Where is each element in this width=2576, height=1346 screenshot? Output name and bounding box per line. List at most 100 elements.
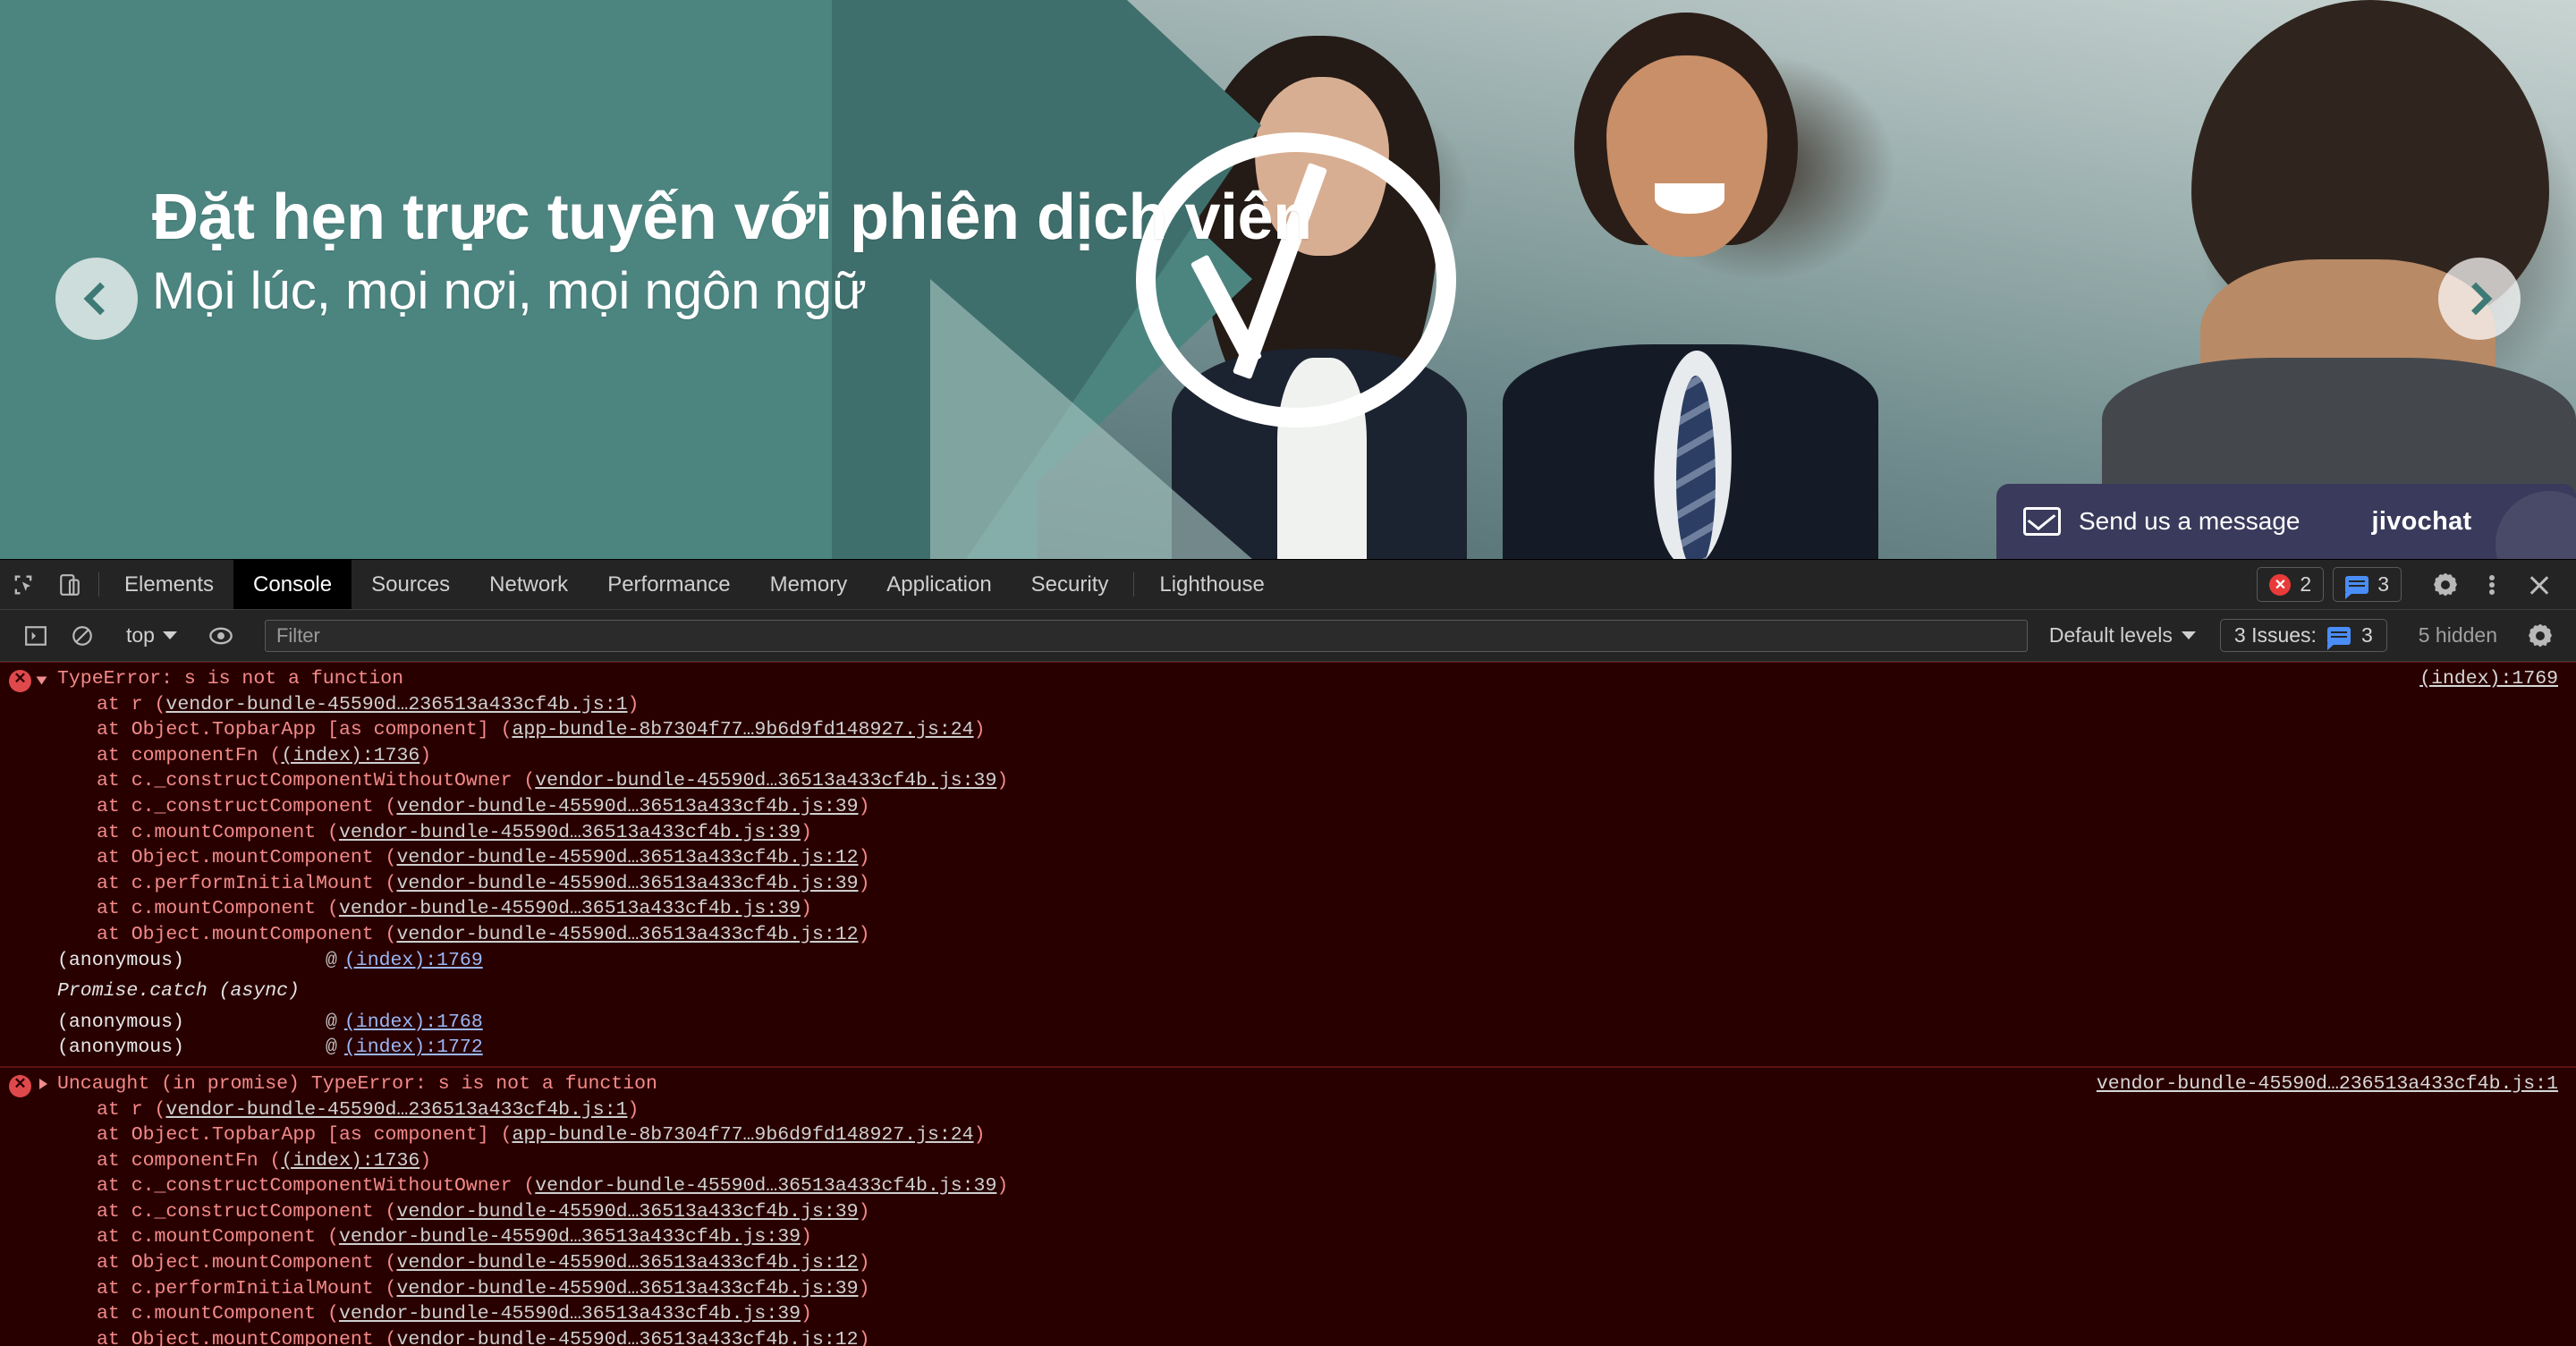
issues-count: 3	[2360, 623, 2373, 647]
tab-lighthouse[interactable]: Lighthouse	[1140, 560, 1284, 609]
stack-frame: at r (vendor-bundle-45590d…236513a433cf4…	[97, 1098, 640, 1121]
stack-frame-link[interactable]: vendor-bundle-45590d…36513a433cf4b.js:39	[396, 1201, 858, 1223]
frame-name: (anonymous)	[57, 1037, 184, 1059]
console-sidebar-toggle[interactable]	[13, 624, 59, 648]
filter-input[interactable]	[264, 619, 2028, 652]
console-error-source-link[interactable]: (index):1769	[2419, 666, 2558, 692]
error-icon: ✕	[9, 670, 31, 692]
stack-frame-link[interactable]: vendor-bundle-45590d…36513a433cf4b.js:39	[339, 1303, 801, 1325]
console-output[interactable]: ✕ TypeError: s is not a function (index)…	[0, 662, 2576, 1346]
stack-frame-link[interactable]: vendor-bundle-45590d…36513a433cf4b.js:39	[339, 1226, 801, 1248]
stack-frame: at componentFn ((index):1736)	[97, 1149, 432, 1172]
async-stack-frame: (anonymous) @ (index):1769	[0, 948, 2576, 974]
async-stack-frame: (anonymous) @ (index):1768	[0, 1010, 2576, 1036]
close-devtools-button[interactable]	[2515, 572, 2562, 597]
stack-frame-link[interactable]: vendor-bundle-45590d…36513a433cf4b.js:39	[535, 770, 996, 792]
console-error-header[interactable]: ✕ Uncaught (in promise) TypeError: s is …	[0, 1071, 2576, 1097]
error-icon: ✕	[9, 1074, 31, 1097]
console-error-entry[interactable]: ✕ TypeError: s is not a function (index)…	[0, 662, 2576, 1067]
frame-link[interactable]: (index):1772	[344, 1035, 483, 1061]
stack-frame-link[interactable]: vendor-bundle-45590d…236513a433cf4b.js:1	[165, 1099, 627, 1121]
stack-frame-link[interactable]: vendor-bundle-45590d…36513a433cf4b.js:39	[535, 1175, 996, 1197]
tab-performance[interactable]: Performance	[588, 560, 750, 609]
context-value: top	[126, 623, 155, 647]
stack-frame: at c._constructComponentWithoutOwner (ve…	[97, 1175, 1009, 1198]
clear-console-button[interactable]	[59, 624, 106, 648]
message-icon	[2345, 575, 2369, 599]
stack-frame: at c.performInitialMount (vendor-bundle-…	[97, 1277, 870, 1299]
jivochat-decoration	[2496, 491, 2576, 559]
stack-frame-link[interactable]: (index):1736	[281, 1150, 419, 1172]
stack-frame-link[interactable]: vendor-bundle-45590d…36513a433cf4b.js:12	[396, 924, 858, 945]
stack-frame-link[interactable]: vendor-bundle-45590d…236513a433cf4b.js:1	[165, 694, 627, 715]
tab-elements[interactable]: Elements	[105, 560, 233, 609]
envelope-icon	[2023, 507, 2061, 536]
expand-triangle-icon[interactable]	[39, 1078, 47, 1089]
stack-frame: at c._constructComponent (vendor-bundle-…	[97, 1200, 870, 1223]
error-count-badge[interactable]: ✕ 2	[2257, 567, 2325, 602]
frame-at: @	[326, 1037, 337, 1059]
log-levels-select[interactable]: Default levels	[2037, 623, 2208, 648]
more-options-button[interactable]	[2469, 573, 2515, 597]
tab-console[interactable]: Console	[233, 560, 352, 609]
tab-security[interactable]: Security	[1012, 560, 1129, 609]
console-error-title: Uncaught (in promise) TypeError: s is no…	[57, 1072, 657, 1095]
stack-frame-link[interactable]: vendor-bundle-45590d…36513a433cf4b.js:39	[396, 873, 858, 894]
tab-network[interactable]: Network	[470, 560, 588, 609]
stack-frame-link[interactable]: (index):1736	[281, 745, 419, 766]
expand-triangle-icon[interactable]	[36, 676, 47, 685]
frame-link[interactable]: (index):1768	[344, 1010, 483, 1036]
stack-frame-link[interactable]: vendor-bundle-45590d…36513a433cf4b.js:39	[396, 796, 858, 817]
stack-frame: at c.mountComponent (vendor-bundle-45590…	[97, 1226, 812, 1249]
gear-icon	[2434, 573, 2457, 597]
message-count-badge[interactable]: 3	[2333, 567, 2402, 602]
error-count: 2	[2300, 572, 2312, 596]
stack-frame: at Object.mountComponent (vendor-bundle-…	[97, 1252, 870, 1274]
stack-frame-link[interactable]: vendor-bundle-45590d…36513a433cf4b.js:12	[396, 1252, 858, 1274]
tab-application[interactable]: Application	[867, 560, 1011, 609]
carousel-next-button[interactable]	[2438, 258, 2521, 340]
tab-sources[interactable]: Sources	[352, 560, 470, 609]
carousel-prev-button[interactable]	[55, 258, 138, 340]
inspect-element-icon[interactable]	[0, 560, 47, 609]
frame-name: (anonymous)	[57, 1011, 184, 1033]
console-error-header[interactable]: ✕ TypeError: s is not a function (index)…	[0, 666, 2576, 692]
stack-frame-link[interactable]: vendor-bundle-45590d…36513a433cf4b.js:12	[396, 1329, 858, 1346]
settings-gear-button[interactable]	[2422, 573, 2469, 597]
stack-frame: at Object.mountComponent (vendor-bundle-…	[97, 923, 870, 945]
tabbar-divider-2	[1133, 572, 1135, 597]
hidden-messages-label[interactable]: 5 hidden	[2399, 623, 2517, 648]
console-error-entry[interactable]: ✕ Uncaught (in promise) TypeError: s is …	[0, 1066, 2576, 1346]
console-settings-button[interactable]	[2517, 624, 2563, 648]
stack-frame: at c.mountComponent (vendor-bundle-45590…	[97, 1303, 812, 1325]
stack-frame: at Object.TopbarApp [as component] (app-…	[97, 719, 986, 741]
log-levels-label: Default levels	[2048, 623, 2173, 647]
stack-frame: at componentFn ((index):1736)	[97, 744, 432, 766]
stack-frame: at r (vendor-bundle-45590d…236513a433cf4…	[97, 693, 640, 715]
stack-frame-link[interactable]: app-bundle-8b7304f77…9b6d9fd148927.js:24	[512, 719, 973, 741]
device-toolbar-icon[interactable]	[47, 560, 93, 609]
stack-frame: at c.performInitialMount (vendor-bundle-…	[97, 872, 870, 894]
chevron-down-icon	[162, 631, 177, 639]
jivochat-widget[interactable]: Send us a message jivochat	[1996, 484, 2576, 559]
issues-button[interactable]: 3 Issues: 3	[2219, 619, 2387, 652]
javascript-context-select[interactable]: top	[117, 623, 186, 648]
stack-frame: at c._constructComponentWithoutOwner (ve…	[97, 770, 1009, 792]
console-filter-bar: top Default levels 3 Issues: 3 5 hidden	[0, 610, 2576, 662]
stack-frame-link[interactable]: vendor-bundle-45590d…36513a433cf4b.js:39	[396, 1278, 858, 1299]
jivochat-message-label: Send us a message	[2079, 507, 2301, 535]
stack-frame: at Object.mountComponent (vendor-bundle-…	[0, 1327, 2576, 1346]
issues-label: 3 Issues:	[2233, 623, 2317, 647]
tab-memory[interactable]: Memory	[750, 560, 868, 609]
console-error-title: TypeError: s is not a function	[57, 668, 404, 690]
stack-frame-link[interactable]: vendor-bundle-45590d…36513a433cf4b.js:12	[396, 847, 858, 868]
stack-frame-link[interactable]: app-bundle-8b7304f77…9b6d9fd148927.js:24	[512, 1124, 973, 1146]
stack-frame-link[interactable]: vendor-bundle-45590d…36513a433cf4b.js:39	[339, 822, 801, 843]
console-error-source-link[interactable]: vendor-bundle-45590d…236513a433cf4b.js:1	[2097, 1071, 2558, 1097]
chevron-right-icon	[2459, 282, 2493, 316]
frame-link[interactable]: (index):1769	[344, 948, 483, 974]
jivochat-brand-logo: jivochat	[2371, 506, 2472, 536]
live-expression-button[interactable]	[198, 623, 244, 648]
web-page-viewport: Đặt hẹn trực tuyến với phiên dịch viên M…	[0, 0, 2576, 559]
stack-frame-link[interactable]: vendor-bundle-45590d…36513a433cf4b.js:39	[339, 898, 801, 919]
